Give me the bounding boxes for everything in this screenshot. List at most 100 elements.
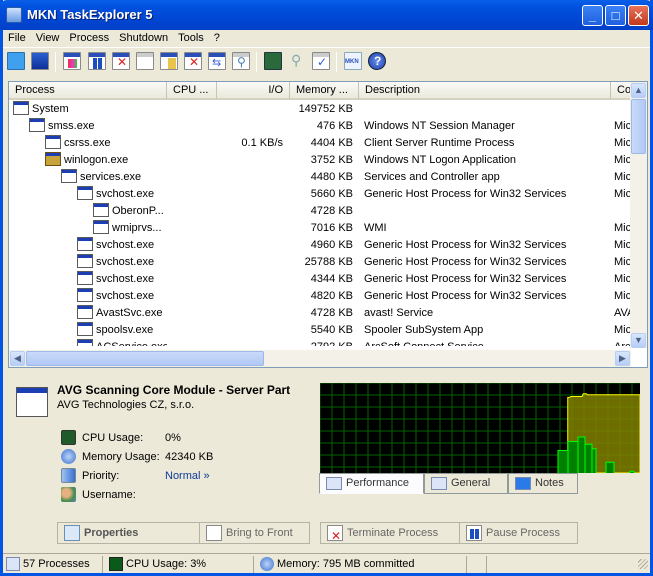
process-rows: System 149752 KB smss.exe 476 KB Windows NT … (9, 101, 631, 346)
table-row[interactable]: csrss.exe 0.1 KB/s 4404 KB Client Server Ru… (9, 135, 631, 152)
switch-window-button[interactable]: ⇆ (208, 52, 226, 70)
tab-performance-label: Performance (346, 477, 409, 489)
terminate-process-button[interactable]: ✕ (184, 52, 202, 70)
vertical-scrollbar[interactable]: ▲ ▼ (630, 82, 647, 348)
maximize-button[interactable]: □ (605, 5, 626, 26)
folder-open-icon (168, 58, 176, 69)
pause-button[interactable] (88, 52, 106, 70)
table-row[interactable]: winlogon.exe 3752 KB Windows NT Logon Appl… (9, 152, 631, 169)
process-list[interactable]: Process CPU ... I/O Memory ... Descripti… (8, 81, 648, 368)
process-description: Generic Host Process for Win32 Services (364, 188, 567, 200)
scroll-right-button[interactable]: ▶ (615, 351, 630, 366)
cpu-meter-icon (109, 557, 123, 571)
tab-general-label: General (451, 477, 491, 489)
table-row[interactable]: spoolsv.exe 5540 KB Spooler SubSystem App M… (9, 322, 631, 339)
process-company: Micr (614, 239, 631, 251)
horizontal-scroll-thumb[interactable] (26, 351, 264, 366)
process-name: svchost.exe (96, 188, 155, 200)
process-company: Micr (614, 290, 631, 302)
title-bar[interactable]: MKN TaskExplorer 5 _ □ ✕ (0, 0, 653, 30)
menu-process[interactable]: Process (64, 30, 114, 47)
priority-link[interactable]: Normal » (165, 468, 210, 484)
resize-grip[interactable] (638, 559, 648, 569)
process-memory: 476 KB (316, 120, 353, 132)
applications-button[interactable] (63, 52, 81, 70)
process-description: ArcSoft Connect Service (364, 339, 609, 346)
column-header-memory[interactable]: Memory ... (290, 82, 359, 99)
memory-pie-icon (260, 557, 274, 571)
process-name: csrss.exe (64, 137, 111, 149)
mkn-website-button[interactable]: MKN (344, 52, 362, 70)
process-company: AVG Technologies CZ, s.r.o. (57, 399, 195, 411)
process-memory: 7016 KB (310, 222, 353, 234)
terminate-window-button[interactable]: ✕ (112, 52, 130, 70)
process-large-icon (16, 387, 48, 417)
table-row[interactable]: ACService.exe 2792 KB ArcSoft Connect Serv… (9, 339, 631, 346)
process-description: Spooler SubSystem App (364, 324, 484, 336)
process-company: Micr (614, 171, 631, 183)
process-icon (77, 288, 93, 302)
scroll-up-button[interactable]: ▲ (631, 83, 646, 98)
process-icon (61, 169, 77, 183)
menu-tools[interactable]: Tools (173, 30, 209, 47)
table-row[interactable]: svchost.exe 4960 KB Generic Host Process f… (9, 237, 631, 254)
app-icon[interactable] (6, 7, 22, 23)
table-row[interactable]: wmiprvs... 7016 KB WMI Micr (9, 220, 631, 237)
minimize-button[interactable]: _ (582, 5, 603, 26)
menu-help[interactable]: ? (209, 30, 225, 47)
find-button[interactable]: ⚲ (288, 52, 306, 70)
help-button[interactable]: ? (368, 52, 386, 70)
process-memory: 4404 KB (310, 137, 353, 149)
table-row[interactable]: svchost.exe 25788 KB Generic Host Process … (9, 254, 631, 271)
bring-to-front-button[interactable] (136, 52, 154, 70)
process-icon (29, 118, 45, 132)
process-description: Generic Host Process for Win32 Services (364, 239, 567, 251)
menu-file[interactable]: File (3, 30, 31, 47)
terminate-process-button[interactable]: ✕ Terminate Process (320, 522, 460, 544)
search-button[interactable] (264, 52, 282, 70)
table-row[interactable]: svchost.exe 4820 KB Generic Host Process f… (9, 288, 631, 305)
memory-pie-icon (61, 449, 76, 464)
menu-view[interactable]: View (31, 30, 65, 47)
toolbar-separator (256, 52, 257, 72)
window-mode-button[interactable] (7, 52, 25, 70)
checklist-button[interactable]: ✓ (312, 52, 330, 70)
properties-button[interactable]: ⚲ (232, 52, 250, 70)
properties-button[interactable]: Properties (57, 522, 200, 544)
scroll-left-button[interactable]: ◀ (10, 351, 25, 366)
priority-label: Priority: (82, 470, 120, 482)
tab-performance[interactable]: Performance (319, 473, 424, 494)
table-row[interactable]: services.exe 4480 KB Services and Controll… (9, 169, 631, 186)
process-io: 0.1 KB/s (241, 137, 283, 149)
table-row[interactable]: svchost.exe 4344 KB Generic Host Process f… (9, 271, 631, 288)
process-company: Micr (614, 188, 631, 200)
menu-shutdown[interactable]: Shutdown (114, 30, 173, 47)
open-folder-button[interactable] (160, 52, 178, 70)
table-row[interactable]: AvastSvc.exe 4728 KB avast! Service AVA (9, 305, 631, 322)
tab-general[interactable]: General (424, 473, 508, 494)
main-window: MKN TaskExplorer 5 _ □ ✕ File View Process… (0, 0, 653, 576)
table-row[interactable]: svchost.exe 5660 KB Generic Host Process f… (9, 186, 631, 203)
process-memory: 25788 KB (304, 256, 353, 268)
pause-process-button[interactable]: Pause Process (459, 522, 578, 544)
table-row[interactable]: OberonP... 4728 KB (9, 203, 631, 220)
bring-to-front-button[interactable]: Bring to Front (199, 522, 310, 544)
desktop-button[interactable] (31, 52, 49, 70)
table-row[interactable]: smss.exe 476 KB Windows NT Session Manager… (9, 118, 631, 135)
processes-icon (6, 557, 20, 571)
vertical-scroll-thumb[interactable] (631, 99, 646, 154)
scroll-down-button[interactable]: ▼ (631, 333, 646, 348)
table-row[interactable]: System 149752 KB (9, 101, 631, 118)
process-name: ACService.exe (96, 339, 167, 346)
memory-usage-label: Memory Usage: (82, 451, 160, 463)
column-header-cpu[interactable]: CPU ... (167, 82, 217, 99)
column-header-process[interactable]: Process (9, 82, 167, 99)
close-button[interactable]: ✕ (628, 5, 649, 26)
properties-label: Properties (84, 527, 139, 539)
column-header-io[interactable]: I/O (217, 82, 290, 99)
chevron-down-icon: ▼ (634, 335, 643, 345)
tab-notes[interactable]: Notes (508, 473, 578, 494)
horizontal-scrollbar[interactable]: ◀ ▶ (9, 350, 631, 367)
process-icon (77, 186, 93, 200)
column-header-description[interactable]: Description (359, 82, 611, 99)
